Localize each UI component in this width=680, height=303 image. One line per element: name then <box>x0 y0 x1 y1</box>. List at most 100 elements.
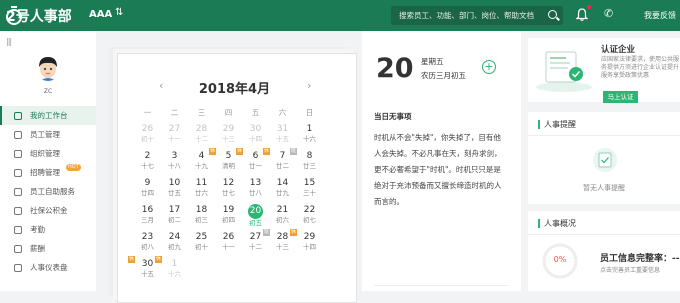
calendar-day[interactable]: 13 廿八 <box>242 177 269 204</box>
sidebar-item-employees[interactable]: 员工管理 <box>0 125 96 144</box>
day-number: 25 <box>195 232 208 242</box>
weekday-label: 四 <box>224 108 233 117</box>
complete-info-link[interactable]: 点击完善员工重要信息 <box>600 265 660 274</box>
sidebar-item-label: 考勤 <box>30 225 45 234</box>
calendar-day[interactable]: 12 廿七 <box>215 177 242 204</box>
calendar-day[interactable]: 1 十六 <box>296 123 323 150</box>
attendance-icon <box>14 225 22 234</box>
lunar-day: 三十 <box>303 189 316 197</box>
calendar-day[interactable]: 3 十八 <box>161 150 188 177</box>
calendar-day[interactable]: 2 十七 <box>134 150 161 177</box>
lunar-day: 清明 <box>222 162 235 170</box>
calendar-day[interactable]: 16 三月 <box>134 204 161 231</box>
certification-illustration-icon <box>536 51 592 92</box>
calendar-day[interactable]: 18 初三 <box>188 204 215 231</box>
sidebar-item-label: 员工管理 <box>30 130 60 139</box>
sidebar-item-payroll[interactable]: 薪酬 <box>0 239 96 258</box>
calendar-day[interactable]: 15 三十 <box>296 177 323 204</box>
lunar-day: 初二 <box>168 216 181 224</box>
global-search[interactable] <box>391 6 563 25</box>
calendar-day[interactable]: 23 初八 <box>134 231 161 258</box>
sidebar-item-label: 人事仪表盘 <box>30 263 68 272</box>
divider <box>528 234 680 235</box>
calendar-day[interactable]: 8 廿三班 <box>290 148 323 177</box>
holiday-tag: 休 <box>209 148 216 155</box>
avatar[interactable] <box>34 53 62 81</box>
bell-icon[interactable] <box>576 8 588 21</box>
calendar-day[interactable]: 9 廿四 <box>134 177 161 204</box>
calendar-day[interactable]: 14 廿九 <box>269 177 296 204</box>
day-number: 29 <box>222 124 235 134</box>
calendar-day[interactable]: 30 十四 <box>242 123 269 150</box>
switch-company-icon[interactable]: ⇅ <box>115 8 125 18</box>
day-number: 31 <box>276 124 289 134</box>
calendar-day[interactable]: 27 十一 <box>161 123 188 150</box>
calendar-day[interactable]: 11 廿六 <box>188 177 215 204</box>
company-name[interactable]: AAA <box>89 9 112 20</box>
lunar-day: 三月 <box>141 216 154 224</box>
calendar-day[interactable]: 1 十六休 <box>155 256 188 285</box>
selected-lunar-date: 农历三月初五 <box>421 71 466 80</box>
calendar-day <box>188 258 215 285</box>
lunar-day: 廿八 <box>249 189 262 197</box>
day-number: 12 <box>222 178 235 188</box>
sidebar-item-attendance[interactable]: 考勤 <box>0 220 96 239</box>
dashboard-icon <box>14 263 22 272</box>
calendar-day[interactable]: 19 初四 <box>215 204 242 231</box>
weekday-label: 一 <box>143 108 152 117</box>
calendar-day-today[interactable]: 20 初五 <box>242 204 269 231</box>
add-event-button[interactable]: + <box>482 60 496 74</box>
lunar-day: 十二 <box>249 243 262 251</box>
sidebar-item-organization[interactable]: 组织管理 <box>0 144 96 163</box>
calendar-day[interactable]: 10 廿五 <box>161 177 188 204</box>
calendar-day[interactable]: 24 初九 <box>161 231 188 258</box>
calendar-day[interactable]: 28 十二 <box>188 123 215 150</box>
day-number: 1 <box>171 259 178 269</box>
sidebar-item-dashboard[interactable]: 人事仪表盘 <box>0 258 96 277</box>
calendar-day[interactable]: 21 初六 <box>269 204 296 231</box>
calendar-day[interactable]: 22 初七 <box>296 204 323 231</box>
calendar-day[interactable]: 29 十四休 <box>290 229 323 258</box>
collapse-sidebar-icon[interactable]: ||| <box>6 37 12 46</box>
right-column: 认证企业 应国家法律要求，使用公共服务提供方须进行企业认证提升服务享受政策优惠 … <box>521 31 680 291</box>
sidebar-item-social-insurance[interactable]: 社保公积金 <box>0 201 96 220</box>
certify-now-button[interactable]: 马上认证 <box>603 91 638 103</box>
search-icon[interactable] <box>548 10 557 19</box>
calendar-day[interactable]: 26 十一 <box>215 231 242 258</box>
sidebar-item-self-service[interactable]: 员工自助服务 <box>0 182 96 201</box>
calendar-day <box>215 258 242 285</box>
lunar-day: 十一 <box>168 135 181 143</box>
next-month-button[interactable]: › <box>307 79 311 92</box>
calendar-day[interactable]: 25 初十 <box>188 231 215 258</box>
day-number: 20 <box>248 204 263 219</box>
feedback-link[interactable]: 我要反馈 <box>644 10 676 21</box>
day-number: 29 <box>303 232 316 242</box>
calendar-day[interactable]: 26 初十 <box>134 123 161 150</box>
no-event-text: 当日无事项 <box>374 112 412 121</box>
lunar-day: 初十 <box>195 243 208 251</box>
calendar-day[interactable]: 17 初二 <box>161 204 188 231</box>
holiday-tag: 休 <box>155 256 162 263</box>
lunar-day: 初十 <box>141 135 154 143</box>
day-number: 15 <box>303 178 316 188</box>
selected-day: 20 <box>376 53 414 84</box>
lunar-day: 十九 <box>195 162 208 170</box>
phone-icon[interactable]: ✆ <box>604 8 613 20</box>
day-number: 13 <box>249 178 262 188</box>
lunar-day: 廿九 <box>276 189 289 197</box>
completion-label: 员工信息完整率：-- <box>600 254 680 264</box>
day-number: 23 <box>141 232 154 242</box>
calendar-day[interactable]: 31 十五 <box>269 123 296 150</box>
day-detail-panel: 20 星期五 农历三月初五 + 当日无事项 时机从不会"失掉"，你失掉了，目有他… <box>362 31 521 291</box>
sidebar-item-recruitment[interactable]: 招聘管理 HOT <box>0 163 96 182</box>
lunar-day: 廿三 <box>303 162 316 170</box>
section-title: 人事提醒 <box>538 119 576 130</box>
certification-card: 认证企业 应国家法律要求，使用公共服务提供方须进行企业认证提升服务享受政策优惠 … <box>528 38 680 103</box>
calendar-day[interactable]: 29 十三 <box>215 123 242 150</box>
sidebar-item-workbench[interactable]: 我的工作台 <box>0 106 96 125</box>
calendar-day <box>242 258 269 285</box>
payroll-icon <box>14 244 22 253</box>
day-number: 8 <box>306 151 313 161</box>
day-number: 14 <box>276 178 289 188</box>
search-input[interactable] <box>391 11 541 20</box>
